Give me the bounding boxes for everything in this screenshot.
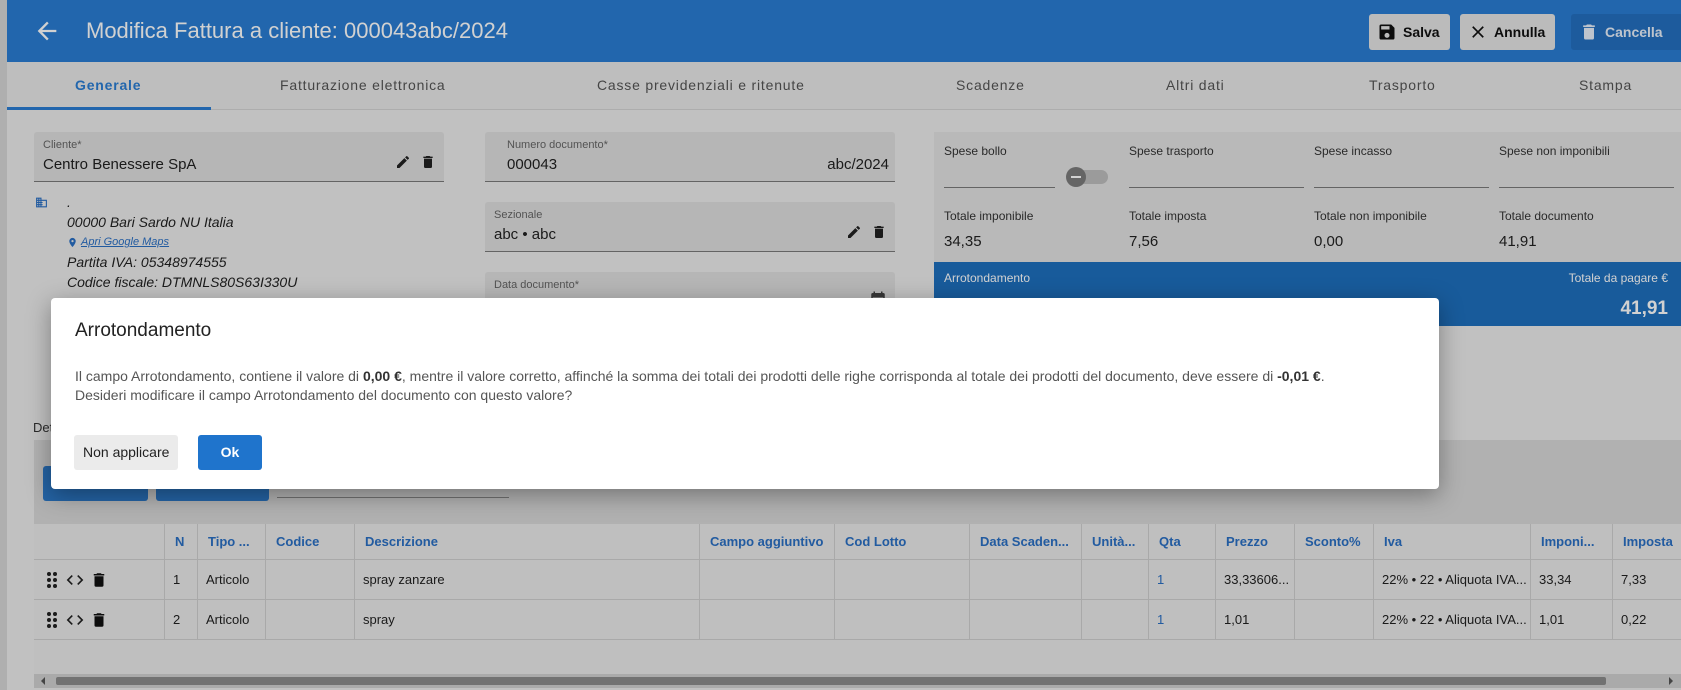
dialog-msg-part2: , mentre il valore corretto, affinché la… <box>401 368 1278 384</box>
non-applicare-button[interactable]: Non applicare <box>74 435 179 470</box>
dialog-msg-part1: Il campo Arrotondamento, contiene il val… <box>75 368 363 384</box>
dialog-msg-line2: Desideri modificare il campo Arrotondame… <box>75 387 573 403</box>
dialog-title: Arrotondamento <box>75 320 212 341</box>
ok-button[interactable]: Ok <box>198 435 262 470</box>
dialog-msg-current-value: 0,00 € <box>362 368 402 384</box>
arrotondamento-dialog: Arrotondamento Il campo Arrotondamento, … <box>51 298 1439 489</box>
dialog-message: Il campo Arrotondamento, contiene il val… <box>75 367 1425 405</box>
dialog-msg-correct-value: -0,01 € <box>1277 368 1321 384</box>
dialog-msg-part3: . <box>1320 368 1325 384</box>
